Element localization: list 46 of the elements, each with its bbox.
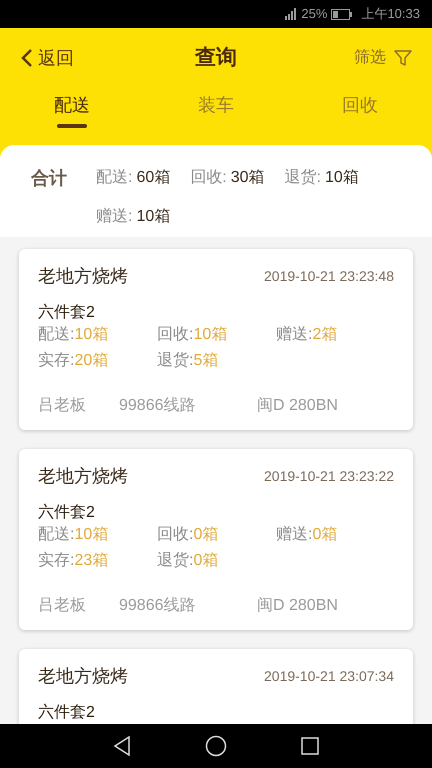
page-title: 查询 <box>195 45 237 72</box>
shop-name: 老地方烧烤 <box>38 465 128 488</box>
summary-stat: 回收: 30箱 <box>190 168 264 188</box>
stat-text: 赠送:2箱 <box>276 324 338 345</box>
footer-text: 99866线路 <box>119 396 196 416</box>
summary-stat: 退货: 10箱 <box>284 168 359 188</box>
filter-icon <box>394 50 412 66</box>
filter-button[interactable]: 筛选 <box>354 46 412 70</box>
home-icon[interactable] <box>205 735 227 757</box>
recents-icon[interactable] <box>301 737 319 755</box>
stat-text: 赠送:0箱 <box>276 524 338 545</box>
stat-text: 回收:10箱 <box>157 325 228 345</box>
timestamp: 2019-10-21 23:23:48 <box>264 267 394 286</box>
footer-text: 吕老板 <box>38 396 87 416</box>
footer-text: 闽D 280BN <box>257 596 339 616</box>
shop-name: 老地方烧烤 <box>38 265 128 288</box>
product-name: 六件套2 <box>38 302 96 323</box>
tab-indicator <box>57 124 87 128</box>
timestamp: 2019-10-21 23:23:22 <box>264 467 394 486</box>
battery-icon <box>331 8 354 20</box>
stat-text: 配送:10箱 <box>38 325 110 345</box>
back-button[interactable]: 返回 <box>20 44 74 72</box>
product-name: 六件套2 <box>38 502 96 523</box>
timestamp: 2019-10-21 23:07:34 <box>264 667 394 686</box>
summary-stat: 配送: 60箱 <box>96 168 170 188</box>
stat-text: 退货:5箱 <box>157 350 220 371</box>
battery-percent: 25% <box>301 5 328 24</box>
stat-text: 实存:23箱 <box>38 550 110 571</box>
stat-text: 退货:0箱 <box>157 550 220 571</box>
footer-text: 吕老板 <box>38 596 87 616</box>
summary-stat: 赠送: 10箱 <box>96 206 170 227</box>
back-nav-icon[interactable] <box>113 736 131 756</box>
clock: 上午10:33 <box>361 5 420 24</box>
stat-text: 配送:10箱 <box>38 525 110 545</box>
summary-label: 合计 <box>31 167 68 190</box>
stat-text: 回收:0箱 <box>157 525 220 545</box>
footer-text: 闽D 280BN <box>257 396 339 416</box>
product-name: 六件套2 <box>38 702 96 723</box>
tab[interactable]: 回收 <box>342 88 378 122</box>
tab[interactable]: 配送 <box>54 88 90 122</box>
tab[interactable]: 装车 <box>198 88 234 122</box>
signal-icon <box>285 8 298 20</box>
shop-name: 老地方烧烤 <box>38 665 128 688</box>
stat-text: 实存:20箱 <box>38 350 110 371</box>
back-icon <box>20 48 34 68</box>
footer-text: 99866线路 <box>119 596 196 616</box>
